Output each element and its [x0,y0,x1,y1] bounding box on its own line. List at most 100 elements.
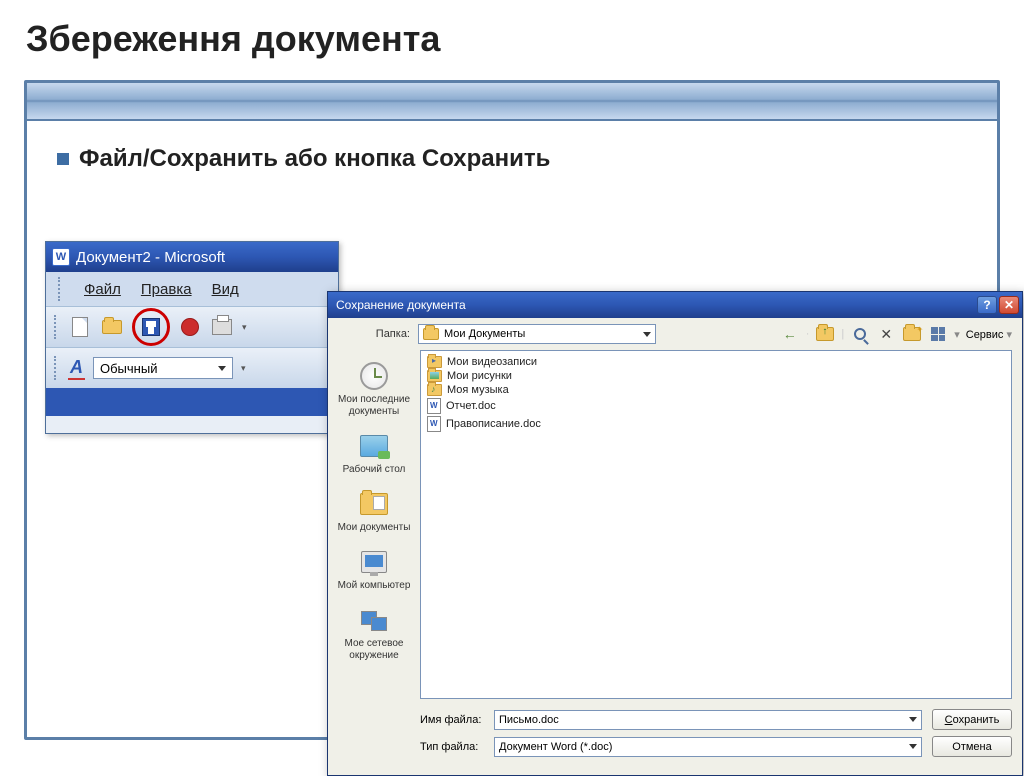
slide-decorative-bar [27,83,997,121]
folder-combo-value: Мои Документы [444,328,525,340]
word-app-icon: W [52,248,70,266]
word-menubar: Файл Правка Вид [46,272,338,306]
file-name: Моя музыка [447,384,509,396]
close-button[interactable]: ✕ [999,296,1019,314]
file-list[interactable]: Мои видеозаписи Мои рисунки Моя музыка О… [420,350,1012,699]
save-dialog: Сохранение документа ? ✕ Папка: Мои Доку… [327,291,1023,776]
filename-input[interactable]: Письмо.doc [494,710,922,730]
chevron-down-icon [218,366,226,371]
folder-combo[interactable]: Мои Документы [418,324,656,344]
filetype-label: Тип файла: [420,741,484,753]
word-doc-icon [427,398,441,414]
bullet-item: Файл/Сохранить або кнопка Сохранить [57,145,967,173]
list-item[interactable]: Моя музыка [427,383,1005,397]
open-button[interactable] [100,315,124,339]
sidebar-desktop[interactable]: Рабочий стол [333,426,415,480]
file-name: Правописание.doc [446,418,541,430]
new-button[interactable] [68,315,92,339]
help-button[interactable]: ? [977,296,997,314]
save-dialog-button[interactable]: Сохранить [932,709,1012,730]
grip-icon [58,277,64,301]
slide-title: Збереження документа [0,0,1024,70]
mydocs-icon [360,493,388,515]
dialog-title-text: Сохранение документа [336,298,466,312]
grip-icon [54,315,60,339]
folder-label: Папка: [338,328,410,340]
toolbar-overflow-icon[interactable]: ▾ [241,363,246,374]
views-button[interactable] [928,324,948,344]
sidebar-label: Мои документы [335,522,413,534]
filetype-value: Документ Word (*.doc) [499,741,612,753]
word-ruler-area [46,388,338,416]
word-titlebar: W Документ2 - Microsoft [46,242,338,272]
grip-icon [54,356,60,380]
views-icon [931,327,945,341]
menu-view[interactable]: Вид [212,281,239,298]
style-combo[interactable]: Обычный [93,357,233,379]
back-button[interactable]: ← [780,324,800,344]
filetype-combo[interactable]: Документ Word (*.doc) [494,737,922,757]
list-item[interactable]: Отчет.doc [427,397,1005,415]
word-title-text: Документ2 - Microsoft [76,249,225,266]
save-btn-rest: охранить [953,714,1000,726]
menu-edit[interactable]: Правка [141,281,192,298]
bullet-marker-icon [57,153,69,165]
save-button[interactable] [139,315,163,339]
filename-value: Письмо.doc [499,714,559,726]
folder-video-icon [427,356,442,368]
chevron-down-icon [643,332,651,337]
computer-icon [361,551,387,573]
new-folder-icon [903,327,921,341]
file-name: Мои видеозаписи [447,356,537,368]
sidebar-mynet[interactable]: Мое сетевое окружение [333,600,415,666]
magnifier-icon [854,328,866,340]
stop-icon [181,318,199,336]
slide-frame: Файл/Сохранить або кнопка Сохранить W До… [24,80,1000,740]
floppy-icon [142,318,160,336]
file-name: Отчет.doc [446,400,496,412]
style-combo-value: Обычный [100,361,157,376]
word-doc-icon [427,416,441,432]
bullet-text: Файл/Сохранить або кнопка Сохранить [79,145,550,173]
folder-open-icon [102,320,122,334]
cancel-button[interactable]: Отмена [932,736,1012,757]
folder-music-icon [427,384,442,396]
search-button[interactable] [850,324,870,344]
filename-label: Имя файла: [420,714,484,726]
save-highlight-circle [132,308,170,346]
recent-icon [360,362,388,390]
chevron-down-icon [909,717,917,722]
print-button[interactable] [210,315,234,339]
list-item[interactable]: Мои видеозаписи [427,355,1005,369]
new-page-icon [72,317,88,337]
printer-icon [212,319,232,335]
file-name: Мои рисунки [447,370,512,382]
toolbar-overflow-icon[interactable]: ▾ [242,322,247,333]
desktop-icon [360,435,388,457]
list-item[interactable]: Правописание.doc [427,415,1005,433]
new-folder-button[interactable] [902,324,922,344]
menu-file[interactable]: Файл [84,281,121,298]
word-window-snippet: W Документ2 - Microsoft Файл Правка Вид … [45,241,339,434]
dialog-toolbar: Папка: Мои Документы ← · | ✕ ▾ Сервис ▾ [328,318,1022,350]
sidebar-label: Мое сетевое окружение [335,638,413,662]
word-format-bar: A Обычный ▾ [46,348,338,388]
up-folder-button[interactable] [815,324,835,344]
delete-button[interactable]: ✕ [876,324,896,344]
places-sidebar: Мои последние документы Рабочий стол Мои… [328,350,420,775]
folder-pictures-icon [427,370,442,382]
styles-pane-icon[interactable]: A [68,357,85,380]
dialog-titlebar[interactable]: Сохранение документа ? ✕ [328,292,1022,318]
sidebar-mycomp[interactable]: Мой компьютер [333,542,415,596]
folder-icon [423,328,439,340]
sidebar-mydocs[interactable]: Мои документы [333,484,415,538]
list-item[interactable]: Мои рисунки [427,369,1005,383]
sidebar-recent[interactable]: Мои последние документы [333,356,415,422]
word-toolbar: ▾ [46,306,338,348]
network-icon [361,609,387,631]
sidebar-label: Мои последние документы [335,394,413,418]
chevron-down-icon [909,744,917,749]
folder-up-icon [816,327,834,341]
permission-button[interactable] [178,315,202,339]
tools-menu[interactable]: Сервис ▾ [966,328,1012,341]
